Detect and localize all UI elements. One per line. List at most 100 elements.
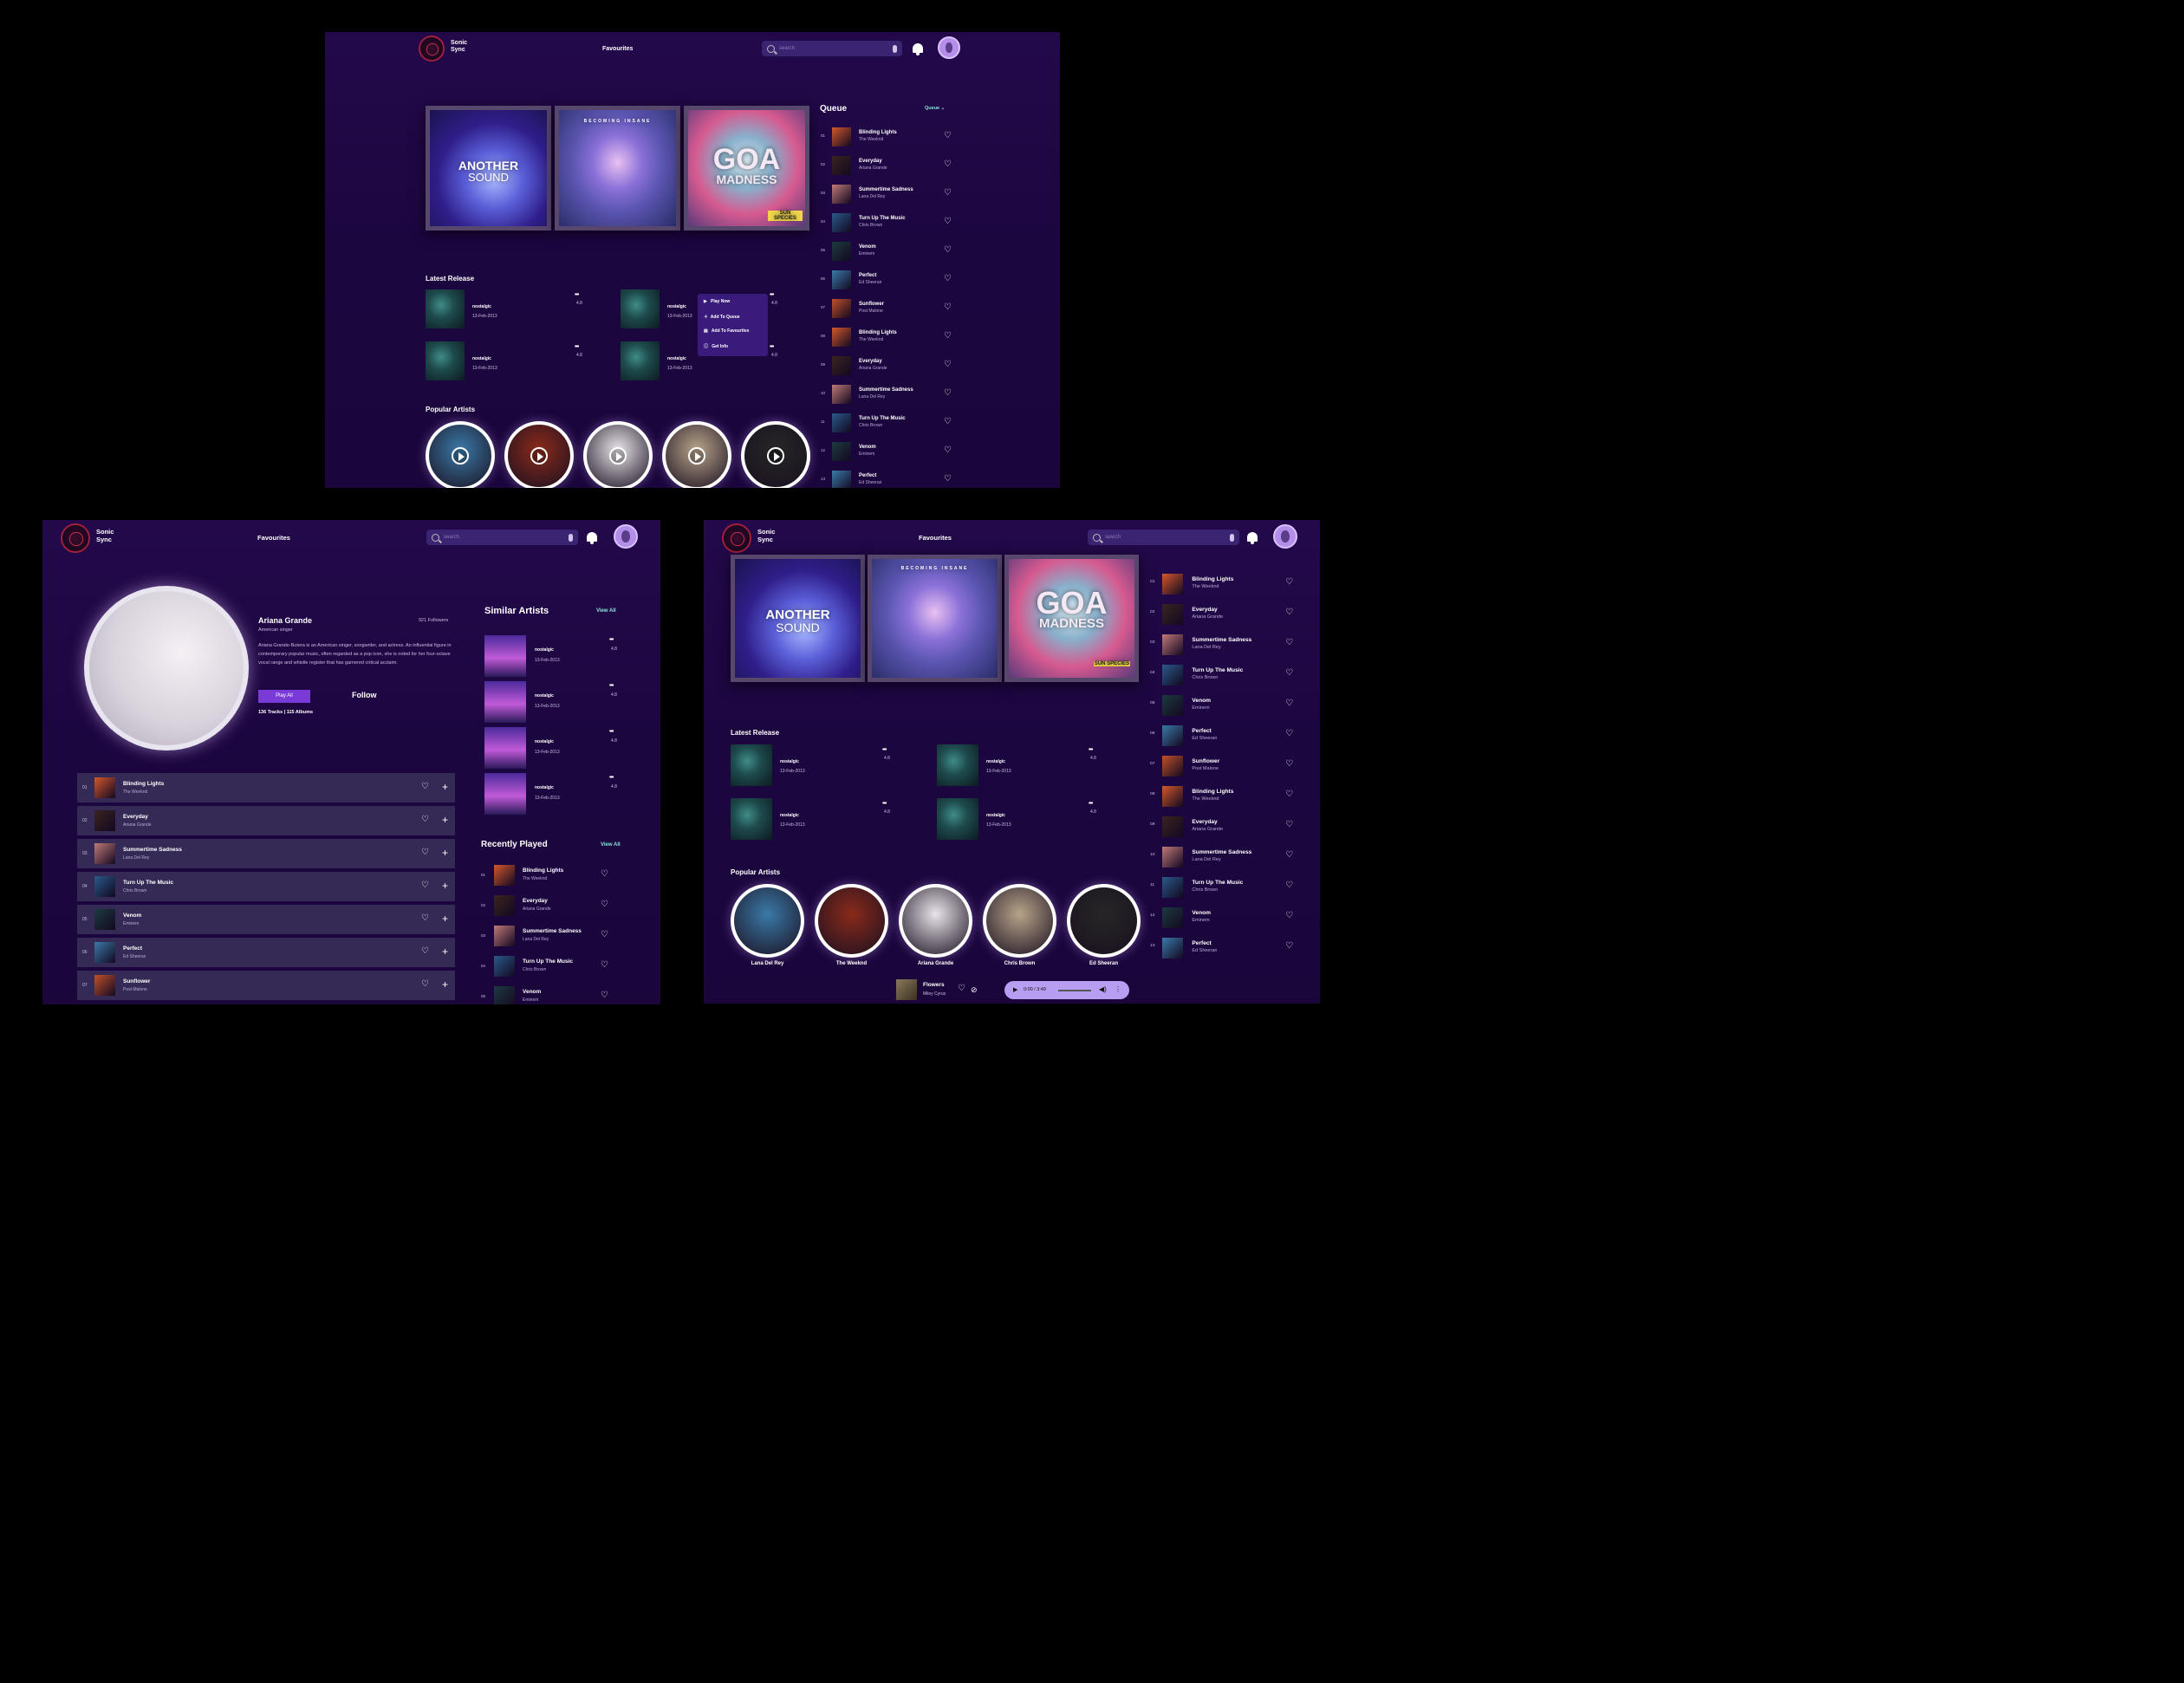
track-row[interactable] — [77, 773, 455, 803]
track-title[interactable]: Everyday — [1192, 819, 1217, 825]
queue-dropdown[interactable]: Queue ⌄ — [925, 106, 945, 111]
track-title[interactable]: Everyday — [523, 898, 548, 904]
track-title[interactable]: Blinding Lights — [1192, 576, 1233, 582]
track-title[interactable]: Perfect — [859, 473, 876, 478]
heart-icon[interactable]: ♡ — [421, 914, 429, 923]
heart-icon[interactable]: ♡ — [601, 900, 608, 909]
track-title[interactable]: Summertime Sadness — [523, 928, 582, 934]
heart-icon[interactable]: ♡ — [1285, 760, 1293, 769]
track-title[interactable]: Everyday — [1192, 607, 1217, 613]
add-icon[interactable]: + — [442, 946, 448, 957]
cover-becoming-insane[interactable]: BECOMING INSANE — [868, 555, 1002, 682]
heart-icon[interactable]: ♡ — [601, 961, 608, 970]
release-thumbnail[interactable] — [621, 289, 660, 328]
cover-another-sound[interactable]: ANOTHER SOUND — [426, 106, 551, 231]
heart-icon[interactable]: ♡ — [944, 332, 952, 341]
track-row[interactable] — [77, 971, 455, 1000]
heart-icon[interactable]: ♡ — [944, 303, 952, 312]
track-title[interactable]: Turn Up The Music — [859, 216, 906, 221]
heart-icon[interactable]: ♡ — [601, 991, 608, 1000]
track-title[interactable]: Sunflower — [1192, 758, 1219, 764]
track-title[interactable]: Sunflower — [859, 302, 884, 307]
similar-view-all-link[interactable]: View All — [596, 608, 616, 614]
release-thumbnail[interactable] — [731, 744, 772, 786]
similar-artist-thumbnail[interactable] — [484, 727, 526, 769]
more-options-icon[interactable]: ••• — [575, 292, 579, 298]
heart-icon[interactable]: ♡ — [1285, 790, 1293, 799]
track-row[interactable] — [77, 872, 455, 901]
heart-icon[interactable]: ♡ — [944, 418, 952, 426]
bell-icon[interactable] — [587, 532, 597, 544]
track-title[interactable]: Blinding Lights — [523, 867, 563, 874]
popular-artist-avatar[interactable] — [731, 884, 804, 958]
heart-icon[interactable]: ♡ — [601, 931, 608, 939]
track-title[interactable]: Perfect — [123, 945, 142, 952]
play-all-button[interactable]: Play All — [258, 690, 310, 703]
track-title[interactable]: Turn Up The Music — [859, 416, 906, 421]
more-options-icon[interactable]: ••• — [1089, 747, 1093, 753]
bell-icon[interactable] — [913, 43, 923, 55]
menu-play-now[interactable]: ▶ Play Now — [704, 299, 730, 304]
search-input[interactable]: search — [1088, 530, 1239, 545]
menu-add-to-favourites[interactable]: ▤ Add To Favourites — [704, 328, 749, 334]
track-title[interactable]: Sunflower — [123, 978, 150, 984]
add-icon[interactable]: + — [442, 848, 448, 858]
menu-add-to-queue[interactable]: ＋ Add To Queue — [704, 314, 740, 320]
add-icon[interactable]: + — [442, 782, 448, 792]
heart-icon[interactable]: ♡ — [944, 275, 952, 283]
mic-icon[interactable] — [569, 533, 573, 542]
play-icon[interactable]: ▶ — [1013, 986, 1017, 993]
track-title[interactable]: Blinding Lights — [859, 130, 897, 135]
search-input[interactable]: search — [426, 530, 578, 545]
add-icon[interactable]: + — [442, 880, 448, 891]
heart-icon[interactable]: ♡ — [1285, 699, 1293, 708]
play-icon[interactable] — [767, 447, 784, 465]
track-title[interactable]: Summertime Sadness — [1192, 849, 1251, 855]
heart-icon[interactable]: ♡ — [944, 361, 952, 369]
track-title[interactable]: Turn Up The Music — [1192, 667, 1243, 673]
cover-goa-madness[interactable]: GOA MADNESS SUN SPECIES — [684, 106, 809, 231]
menu-get-info[interactable]: ⓘ Get Info — [704, 343, 728, 349]
popular-artist-avatar[interactable] — [815, 884, 888, 958]
track-title[interactable]: Summertime Sadness — [859, 187, 913, 192]
heart-icon[interactable]: ♡ — [944, 246, 952, 255]
search-input[interactable]: search — [762, 41, 902, 56]
release-thumbnail[interactable] — [731, 798, 772, 840]
more-options-icon[interactable]: ••• — [882, 747, 887, 753]
track-title[interactable]: Blinding Lights — [859, 330, 897, 335]
track-title[interactable]: Everyday — [123, 814, 148, 820]
more-options-icon[interactable]: ••• — [609, 775, 614, 781]
nav-favourites[interactable]: Favourites — [257, 534, 290, 542]
avatar[interactable] — [614, 524, 638, 549]
popular-artist-avatar[interactable] — [1067, 884, 1141, 958]
nav-favourites[interactable]: Favourites — [919, 534, 952, 542]
track-row[interactable] — [77, 938, 455, 967]
track-title[interactable]: Everyday — [859, 359, 882, 364]
add-icon[interactable]: + — [442, 979, 448, 990]
track-title[interactable]: Summertime Sadness — [1192, 637, 1251, 643]
similar-artist-thumbnail[interactable] — [484, 681, 526, 723]
heart-icon[interactable]: ♡ — [421, 783, 429, 791]
logo-icon[interactable] — [722, 523, 751, 553]
track-title[interactable]: Turn Up The Music — [123, 880, 173, 886]
heart-icon[interactable]: ♡ — [421, 881, 429, 890]
nav-favourites[interactable]: Favourites — [602, 46, 633, 52]
heart-icon[interactable]: ♡ — [944, 218, 952, 226]
more-options-icon[interactable]: ••• — [770, 292, 774, 298]
track-title[interactable]: Summertime Sadness — [123, 847, 182, 853]
heart-icon[interactable]: ♡ — [1285, 669, 1293, 678]
track-title[interactable]: Venom — [859, 244, 876, 250]
heart-icon[interactable]: ♡ — [944, 446, 952, 455]
popular-artist-avatar[interactable] — [983, 884, 1056, 958]
heart-icon[interactable]: ♡ — [1285, 942, 1293, 951]
more-options-icon[interactable]: ••• — [609, 683, 614, 689]
heart-icon[interactable]: ♡ — [421, 947, 429, 956]
logo-icon[interactable] — [419, 36, 445, 62]
track-title[interactable]: Summertime Sadness — [859, 387, 913, 393]
track-title[interactable]: Turn Up The Music — [1192, 880, 1243, 886]
follow-button[interactable]: Follow — [352, 691, 377, 699]
avatar[interactable] — [1273, 524, 1297, 549]
track-title[interactable]: Blinding Lights — [123, 781, 164, 787]
track-title[interactable]: Venom — [1192, 910, 1211, 916]
cover-becoming-insane[interactable]: BECOMING INSANE — [555, 106, 680, 231]
